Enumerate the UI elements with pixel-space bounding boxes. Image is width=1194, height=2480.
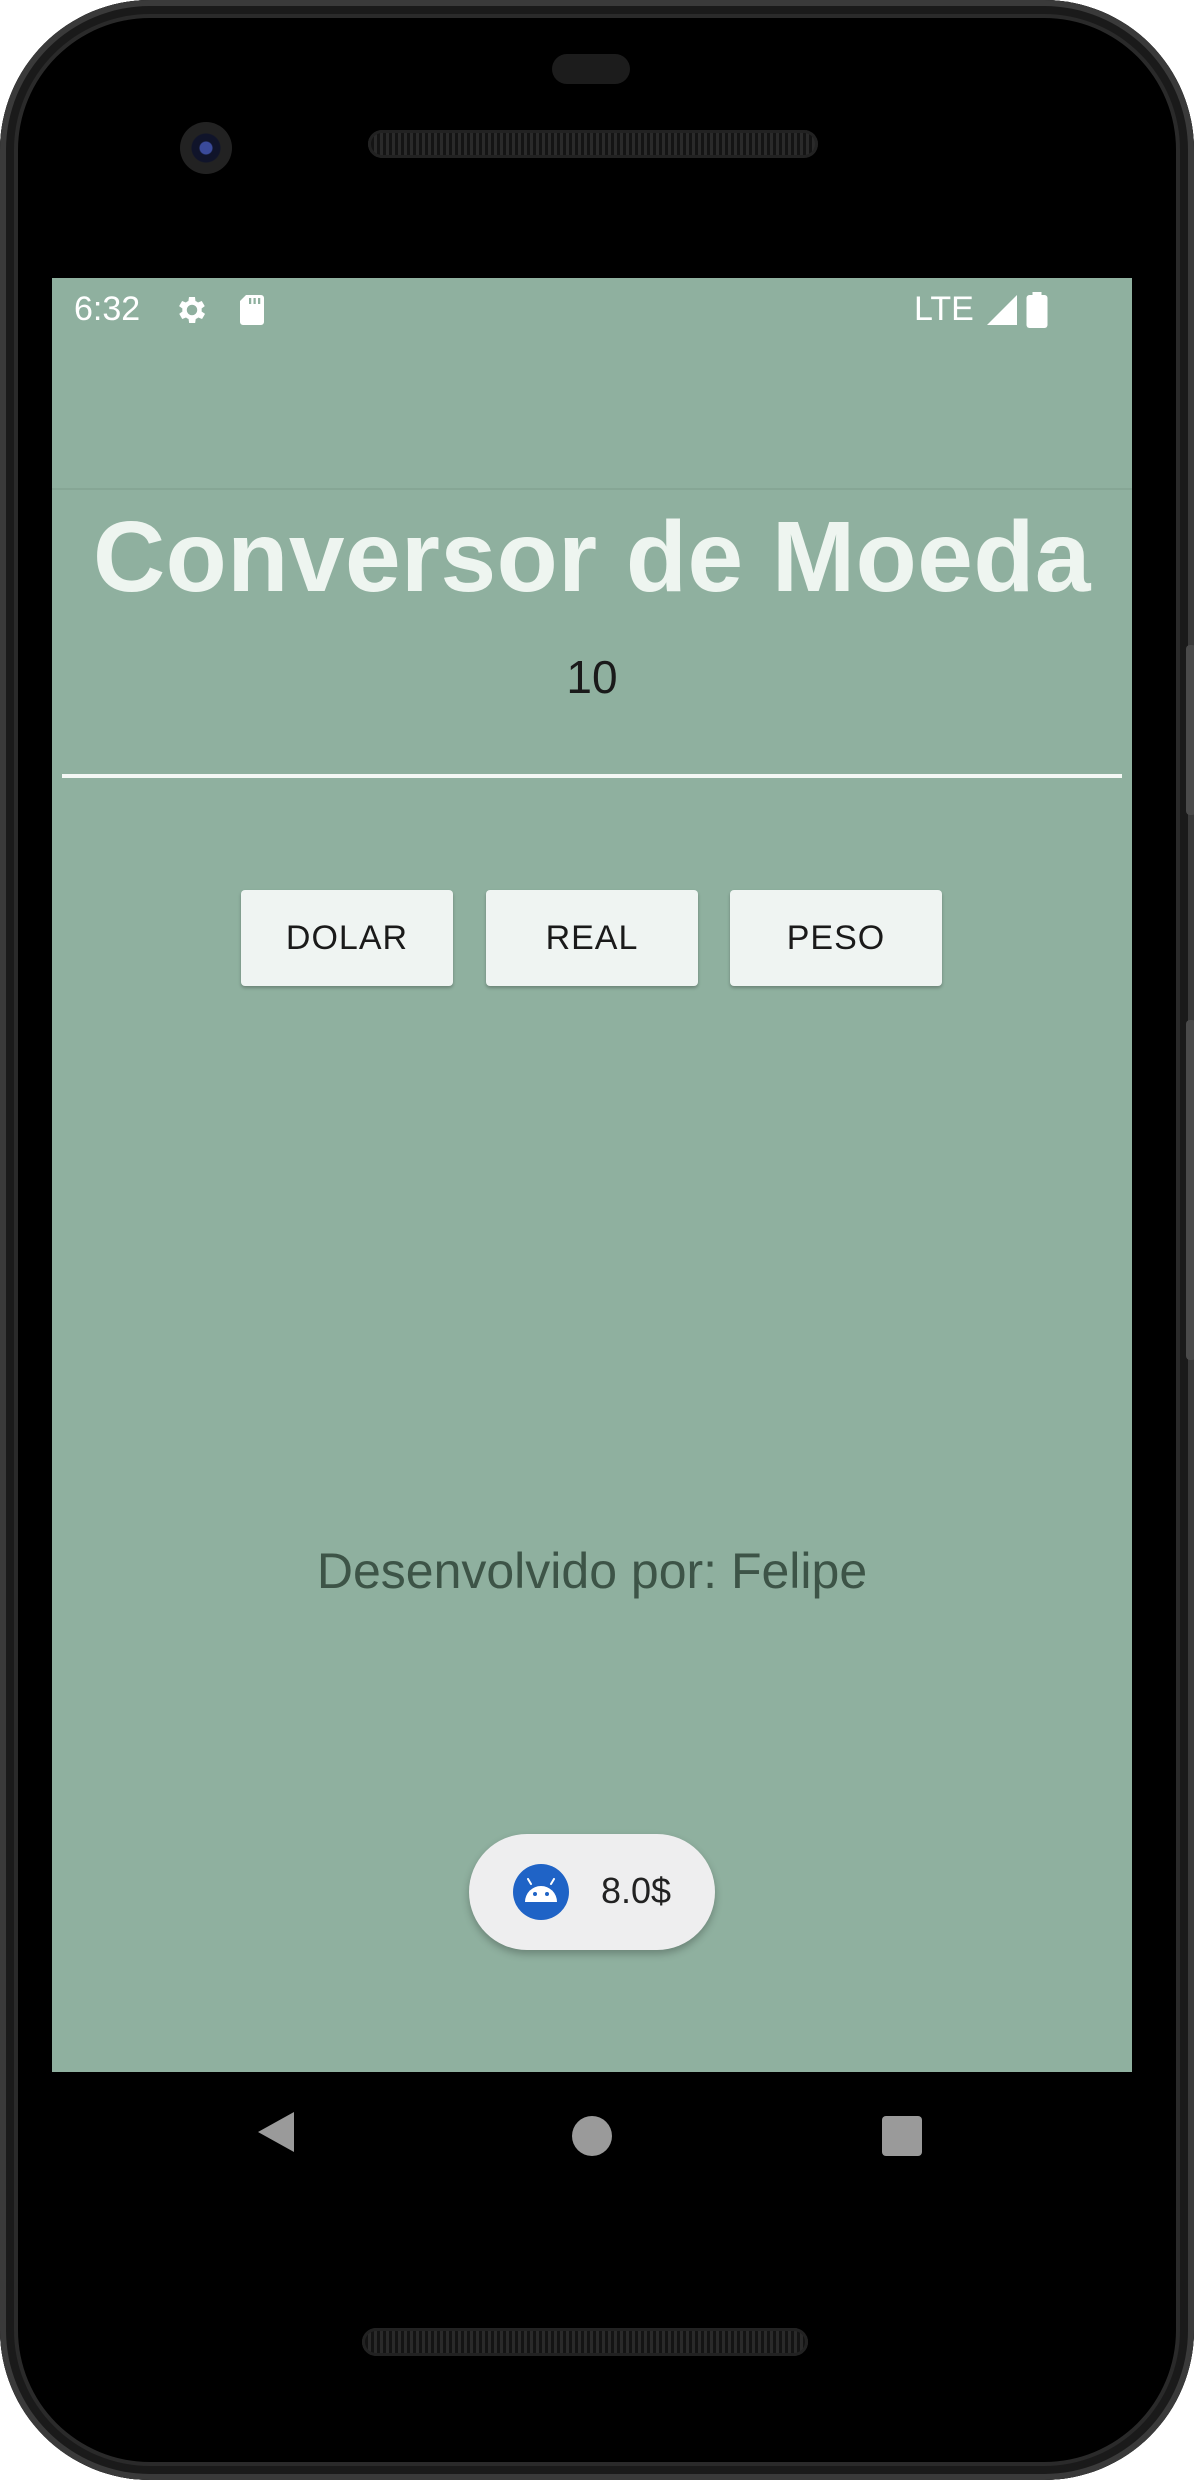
signal-icon xyxy=(984,292,1020,328)
earpiece-speaker xyxy=(368,130,818,158)
power-button xyxy=(1186,1020,1194,1360)
status-bar: 6:32 LTE xyxy=(52,278,1132,342)
sd-card-icon xyxy=(234,292,270,328)
top-sensor xyxy=(552,54,630,84)
home-icon[interactable] xyxy=(572,2116,612,2156)
peso-button[interactable]: PESO xyxy=(730,890,942,986)
front-camera xyxy=(180,122,232,174)
battery-icon xyxy=(1024,292,1050,328)
toast-text: 8.0$ xyxy=(601,1870,672,1911)
android-icon xyxy=(513,1864,569,1920)
amount-input[interactable]: 10 xyxy=(62,650,1122,704)
network-type: LTE xyxy=(914,290,974,328)
screen: 6:32 LTE Conversor de Moeda 10 DOLAR REA… xyxy=(52,278,1132,2072)
recents-icon[interactable] xyxy=(882,2116,922,2156)
page-title: Conversor de Moeda xyxy=(92,501,1092,613)
real-button[interactable]: REAL xyxy=(486,890,698,986)
toast-message: 8.0$ xyxy=(469,1834,715,1950)
amount-input-underline xyxy=(62,774,1122,778)
bottom-speaker xyxy=(362,2328,808,2356)
settings-icon xyxy=(174,292,210,328)
dolar-button[interactable]: DOLAR xyxy=(241,890,453,986)
developer-credit: Desenvolvido por: Felipe xyxy=(316,1543,868,1599)
phone-frame: 6:32 LTE Conversor de Moeda 10 DOLAR REA… xyxy=(0,0,1194,2480)
status-time: 6:32 xyxy=(74,290,141,328)
volume-button xyxy=(1186,645,1194,815)
back-icon[interactable] xyxy=(254,2110,298,2154)
